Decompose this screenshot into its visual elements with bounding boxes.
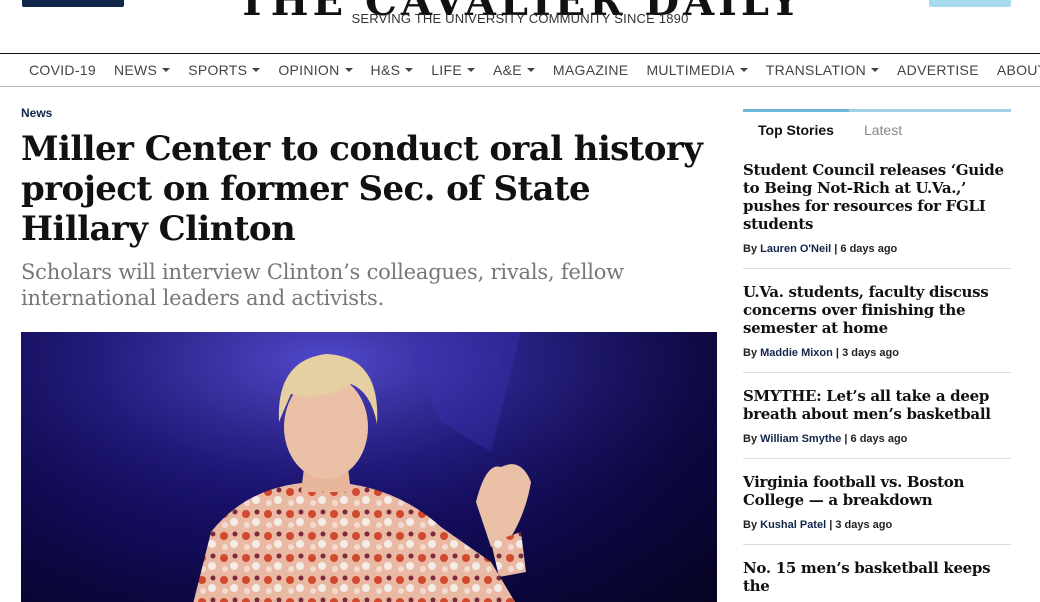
hero-photo [21,332,717,602]
article-header: News Miller Center to conduct oral histo… [21,106,721,311]
list-item: SMYTHE: Let’s all take a deep breath abo… [743,373,1011,459]
nav-item-magazine[interactable]: MAGAZINE [553,62,629,78]
article-subheadline: Scholars will interview Clinton’s collea… [21,260,624,310]
section-link[interactable]: News [21,106,721,120]
tab-top-stories[interactable]: Top Stories [743,109,849,147]
donate-button[interactable] [929,0,1011,7]
author-link[interactable]: Kushal Patel [760,519,826,531]
story-link[interactable]: Virginia football vs. Boston College — a… [743,473,1011,509]
article-headline: Miller Center to conduct oral history pr… [21,129,703,249]
author-link[interactable]: Maddie Mixon [760,347,833,359]
list-item: U.Va. students, faculty discuss concerns… [743,269,1011,373]
list-item: No. 15 men’s basketball keeps the [743,545,1011,602]
story-byline: By Maddie Mixon | 3 days ago [743,347,899,359]
author-link[interactable]: William Smythe [760,433,841,445]
story-byline: By Lauren O'Neil | 6 days ago [743,243,898,255]
nav-item-translation[interactable]: TRANSLATION [766,62,880,78]
nav-item-opinion[interactable]: OPINION [278,62,353,78]
list-item: Student Council releases ‘Guide to Being… [743,147,1011,269]
masthead: THE CAVALIER DAILY SERVING THE UNIVERSIT… [0,0,1040,54]
story-timestamp: 6 days ago [840,243,898,255]
site-tagline: SERVING THE UNIVERSITY COMMUNITY SINCE 1… [351,11,689,26]
story-byline: By Kushal Patel | 3 days ago [743,519,893,531]
main-nav: COVID-19 NEWS SPORTS OPINION H&S LIFE A&… [0,53,1040,87]
nav-item-ae[interactable]: A&E [493,62,535,78]
author-link[interactable]: Lauren O'Neil [760,243,831,255]
nav-item-hs[interactable]: H&S [371,62,414,78]
story-byline: By William Smythe | 6 days ago [743,433,908,445]
story-timestamp: 3 days ago [835,519,893,531]
nav-item-advertise[interactable]: ADVERTISE [897,62,979,78]
nav-item-covid19[interactable]: COVID-19 [29,62,96,78]
story-link[interactable]: U.Va. students, faculty discuss concerns… [743,283,1011,337]
caret-down-icon [871,68,880,72]
sidebar: Top Stories Latest Student Council relea… [743,109,1011,602]
story-timestamp: 3 days ago [842,347,899,359]
nav-item-news[interactable]: NEWS [114,62,171,78]
nav-item-sports[interactable]: SPORTS [188,62,261,78]
caret-down-icon [344,68,353,72]
nav-item-life[interactable]: LIFE [431,62,475,78]
tab-latest[interactable]: Latest [849,112,917,147]
nav-item-about[interactable]: ABOUT [997,62,1040,78]
story-timestamp: 6 days ago [850,433,908,445]
nav-item-multimedia[interactable]: MULTIMEDIA [646,62,748,78]
caret-down-icon [739,68,748,72]
caret-down-icon [162,68,171,72]
caret-down-icon [405,68,414,72]
story-tabs: Top Stories Latest [743,109,1011,147]
story-link[interactable]: SMYTHE: Let’s all take a deep breath abo… [743,387,1011,423]
caret-down-icon [526,68,535,72]
caret-down-icon [466,68,475,72]
story-link[interactable]: Student Council releases ‘Guide to Being… [743,161,1011,233]
caret-down-icon [252,68,261,72]
story-link[interactable]: No. 15 men’s basketball keeps the [743,559,1011,595]
article-hero-image [21,332,717,602]
list-item: Virginia football vs. Boston College — a… [743,459,1011,545]
